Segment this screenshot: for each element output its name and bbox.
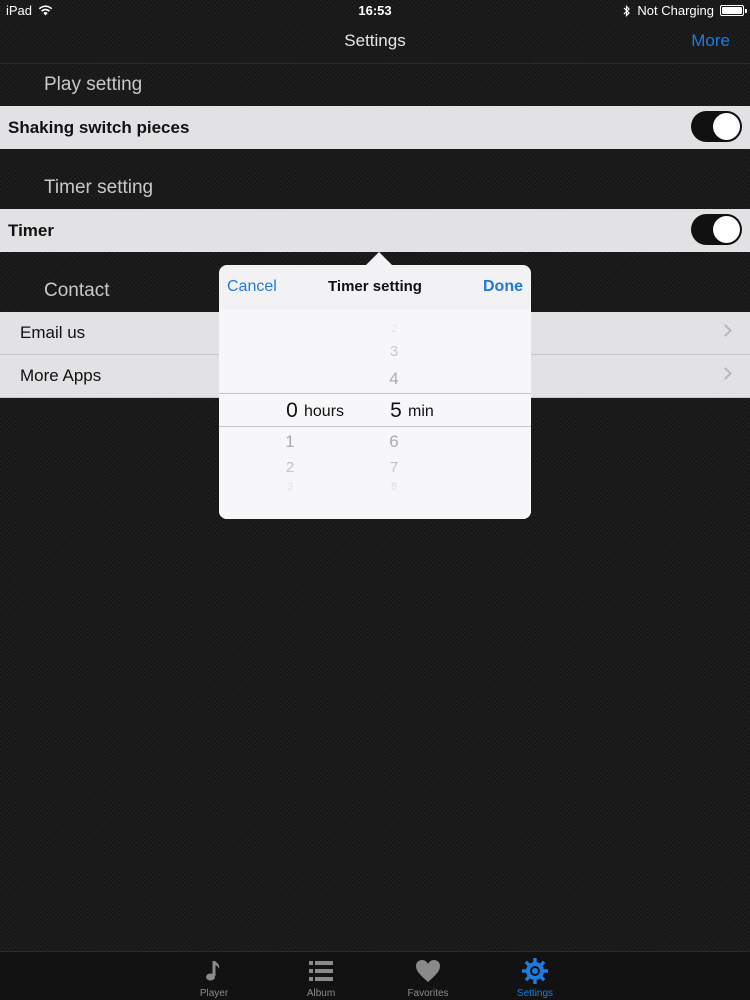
picker-min-option[interactable]: 4: [374, 369, 414, 389]
toggle-knob: [713, 113, 740, 140]
nav-bar: Settings More: [0, 20, 750, 64]
shaking-switch-label: Shaking switch pieces: [8, 117, 190, 137]
status-bar: iPad 16:53 Not Charging: [0, 0, 750, 20]
tab-player[interactable]: Player: [174, 952, 254, 1000]
heart-icon: [416, 960, 440, 982]
picker-min-option[interactable]: 8: [374, 481, 414, 493]
tab-player-label: Player: [199, 988, 229, 999]
popover-header: Cancel Timer setting Done: [219, 265, 531, 309]
tab-favorites-label: Favorites: [407, 988, 449, 999]
gear-icon: [522, 958, 548, 984]
timer-row: Timer: [0, 209, 750, 252]
shaking-switch-row: Shaking switch pieces: [0, 106, 750, 149]
list-icon: [309, 961, 333, 981]
tab-settings[interactable]: Settings: [495, 952, 575, 1000]
picker-hours-option[interactable]: 3: [270, 481, 310, 493]
status-right: Not Charging: [623, 3, 747, 18]
picker-hours-option[interactable]: 2: [270, 459, 310, 476]
picker-hours-option[interactable]: 1: [270, 432, 310, 452]
min-unit-label: min: [408, 403, 434, 420]
section-header-timer: Timer setting: [44, 177, 154, 198]
popover-arrow: [366, 252, 392, 265]
picker-min-option[interactable]: 2: [374, 323, 414, 335]
bluetooth-icon: [623, 4, 631, 17]
picker-min-option[interactable]: 6: [374, 432, 414, 452]
chevron-right-icon: [719, 324, 732, 337]
picker-selection-band: [219, 393, 531, 427]
tab-album-label: Album: [306, 988, 336, 999]
page-title: Settings: [344, 31, 406, 50]
timer-picker[interactable]: 2 3 4 0 hours 5 min 1 2 3 6 7 8: [219, 309, 531, 519]
toggle-knob: [713, 216, 740, 243]
picker-min-option[interactable]: 7: [374, 459, 414, 476]
section-header-contact: Contact: [44, 280, 110, 301]
timer-popover: Cancel Timer setting Done 2 3 4 0 hours …: [219, 265, 531, 519]
timer-toggle[interactable]: [691, 214, 742, 245]
shaking-switch-toggle[interactable]: [691, 111, 742, 142]
chevron-right-icon: [719, 367, 732, 380]
music-note-icon: [206, 961, 220, 981]
battery-icon: [720, 5, 747, 16]
email-us-label: Email us: [20, 323, 86, 342]
more-apps-label: More Apps: [20, 366, 102, 385]
section-header-play: Play setting: [44, 74, 143, 95]
picker-min-option[interactable]: 3: [374, 343, 414, 360]
tab-bar: Player Album Favorites Settings: [0, 951, 750, 1000]
timer-label: Timer: [8, 220, 54, 240]
hours-unit-label: hours: [304, 403, 345, 420]
more-button[interactable]: More: [691, 31, 730, 51]
charging-status: Not Charging: [637, 3, 714, 18]
tab-favorites[interactable]: Favorites: [388, 952, 468, 1000]
done-button[interactable]: Done: [483, 278, 523, 296]
tab-settings-label: Settings: [516, 988, 554, 999]
tab-album[interactable]: Album: [281, 952, 361, 1000]
